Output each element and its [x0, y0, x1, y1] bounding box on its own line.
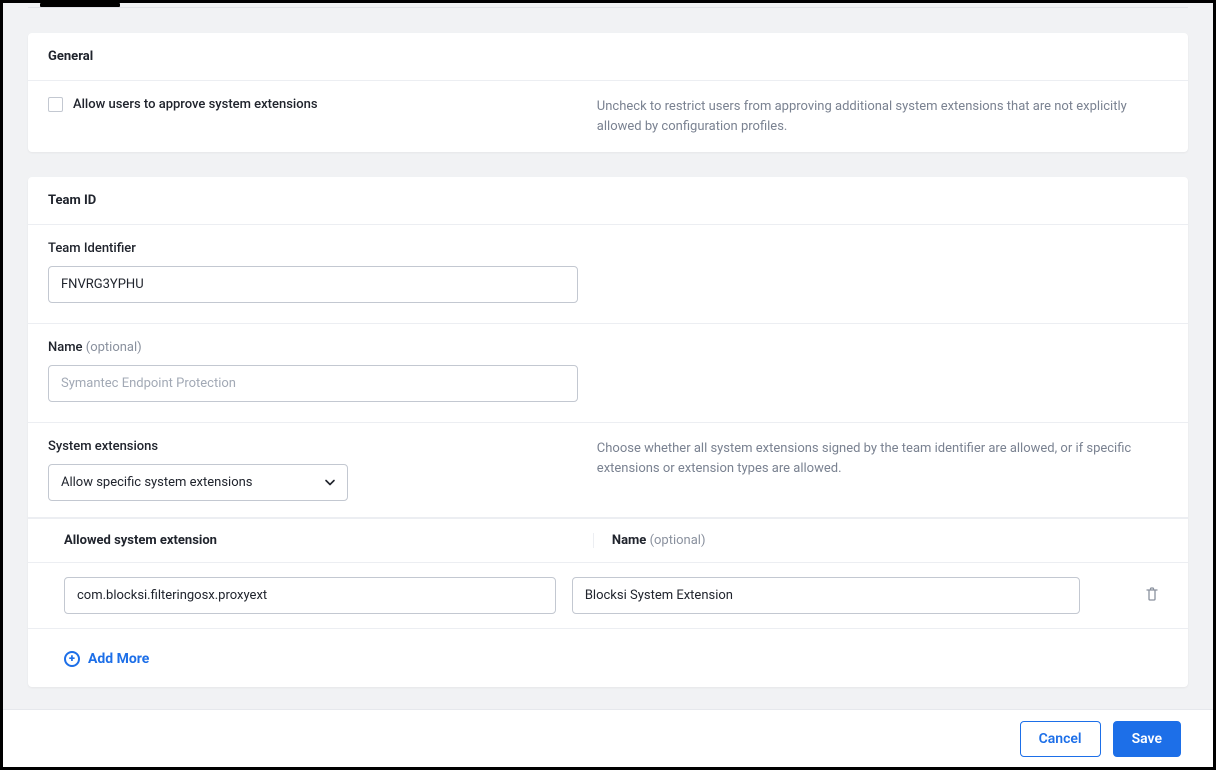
- tab-border: [28, 7, 1188, 8]
- add-more-button[interactable]: + Add More: [64, 651, 149, 667]
- allow-users-checkbox[interactable]: [48, 97, 63, 112]
- cancel-button[interactable]: Cancel: [1020, 721, 1101, 757]
- team-identifier-label: Team Identifier: [48, 241, 1168, 256]
- team-name-optional: (optional): [86, 340, 142, 355]
- system-extensions-label: System extensions: [48, 439, 577, 454]
- team-identifier-input[interactable]: [48, 266, 578, 303]
- general-card-body: Allow users to approve system extensions…: [28, 81, 1188, 152]
- allow-users-left: Allow users to approve system extensions: [48, 97, 597, 136]
- add-more-label: Add More: [88, 651, 149, 667]
- footer-bar: Cancel Save: [3, 709, 1213, 767]
- allow-users-row: Allow users to approve system extensions…: [28, 81, 1188, 152]
- extensions-table-header: Allowed system extension Name (optional): [28, 519, 1188, 563]
- team-name-row: Name (optional): [28, 324, 1188, 423]
- extension-name-input[interactable]: [572, 577, 1080, 614]
- allow-users-help: Uncheck to restrict users from approving…: [597, 97, 1168, 136]
- system-extensions-help: Choose whether all system extensions sig…: [597, 439, 1168, 501]
- team-name-input[interactable]: [48, 365, 578, 402]
- th-allowed-extension: Allowed system extension: [64, 533, 594, 548]
- td-actions: [1080, 586, 1168, 606]
- general-card: General Allow users to approve system ex…: [28, 33, 1188, 152]
- plus-circle-icon: +: [64, 651, 80, 667]
- system-extensions-left: System extensions: [48, 439, 597, 501]
- page-container: General Allow users to approve system ex…: [3, 3, 1213, 712]
- th-name: Name (optional): [594, 533, 1168, 548]
- system-extensions-select[interactable]: [48, 464, 348, 501]
- general-card-header: General: [28, 33, 1188, 81]
- general-title: General: [48, 49, 1168, 64]
- save-button[interactable]: Save: [1113, 721, 1181, 757]
- td-extension: [64, 577, 572, 614]
- team-identifier-row: Team Identifier: [28, 225, 1188, 324]
- system-extensions-row: System extensions Choose whether all sys…: [28, 423, 1188, 518]
- team-id-title: Team ID: [48, 193, 1168, 208]
- team-id-card: Team ID Team Identifier Name (optional) …: [28, 177, 1188, 687]
- allow-users-checkbox-wrap[interactable]: Allow users to approve system extensions: [48, 97, 577, 112]
- extensions-table: Allowed system extension Name (optional): [28, 518, 1188, 687]
- team-id-body: Team Identifier Name (optional) System e…: [28, 225, 1188, 687]
- extension-bundle-input[interactable]: [64, 577, 556, 614]
- add-more-row: + Add More: [28, 629, 1188, 687]
- team-name-label-text: Name: [48, 340, 86, 355]
- system-extensions-select-wrap: [48, 464, 348, 501]
- allow-users-label: Allow users to approve system extensions: [73, 97, 318, 112]
- team-name-label: Name (optional): [48, 340, 1168, 355]
- th-name-label: Name: [612, 533, 650, 548]
- team-id-card-header: Team ID: [28, 177, 1188, 225]
- trash-icon[interactable]: [1144, 586, 1160, 606]
- th-name-optional: (optional): [650, 533, 706, 548]
- table-row: [28, 563, 1188, 629]
- td-name: [572, 577, 1080, 614]
